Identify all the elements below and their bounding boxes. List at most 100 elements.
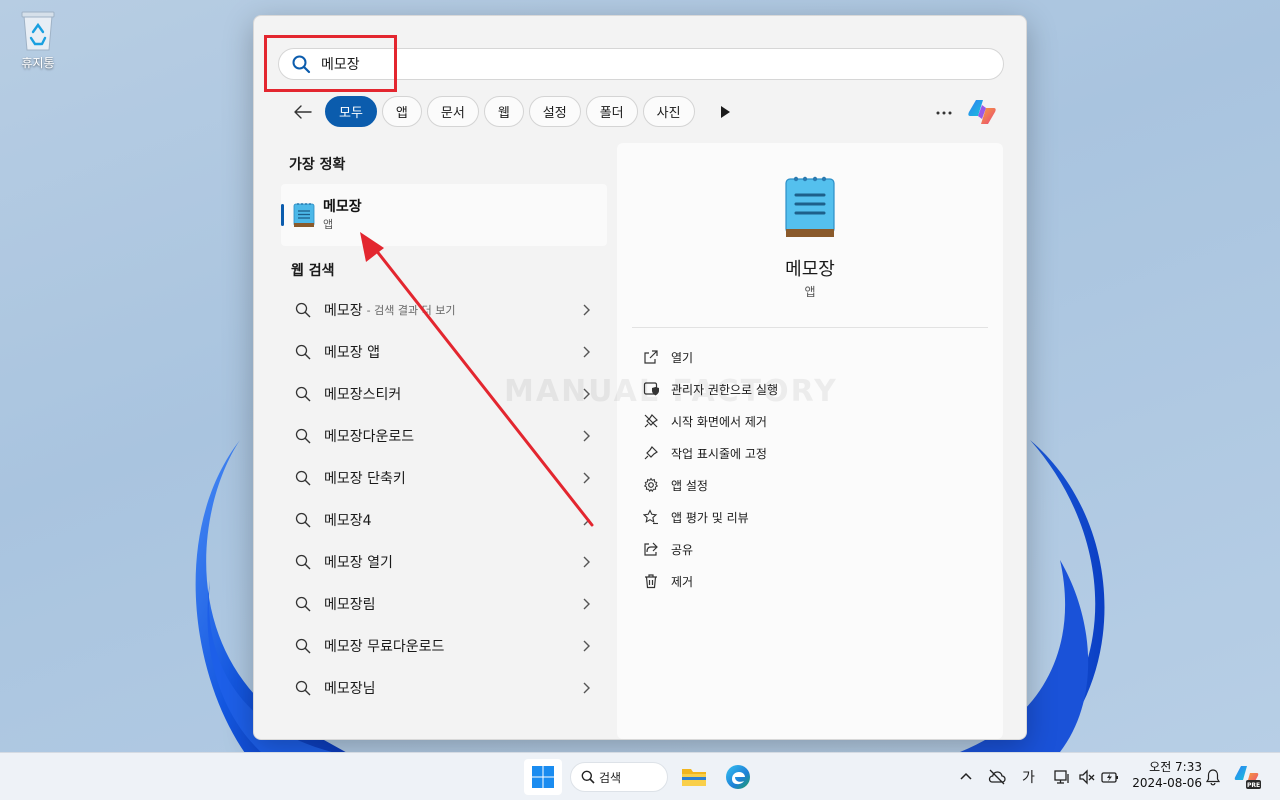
filter-folders[interactable]: 폴더	[585, 96, 638, 127]
ime-indicator[interactable]: 가	[1022, 767, 1035, 787]
more-options-button[interactable]	[932, 100, 956, 124]
web-search-item[interactable]: 메모장 단축키	[281, 457, 607, 499]
action-open[interactable]: 열기	[643, 341, 778, 373]
action-label: 공유	[671, 542, 694, 557]
web-search-item[interactable]: 메모장님	[281, 667, 607, 709]
web-search-item-label: 메모장스티커	[324, 387, 402, 403]
pin-icon	[644, 446, 658, 460]
best-match-name: 메모장	[323, 199, 362, 215]
web-search-item-label: 메모장 단축키	[324, 471, 406, 487]
filter-apps[interactable]: 앱	[381, 96, 422, 127]
action-label: 앱 설정	[671, 478, 708, 493]
chevron-right-icon	[583, 346, 590, 358]
action-label: 제거	[671, 574, 694, 589]
copilot-icon[interactable]	[966, 96, 998, 128]
play-icon	[720, 105, 730, 118]
web-search-item-label: 메모장 열기	[324, 555, 393, 571]
action-share[interactable]: 공유	[643, 533, 778, 565]
recycle-bin-icon	[21, 11, 55, 51]
app-detail-pane: 메모장 앱 열기 관리자 권한으로 실행 시작 화면에서 제거 작업 표시줄에 …	[617, 143, 1003, 739]
taskbar-search-button[interactable]: 검색	[570, 762, 668, 792]
clock-date: 2024-08-06	[1132, 776, 1202, 790]
battery-charging-icon[interactable]	[1101, 768, 1119, 786]
chevron-right-icon	[583, 556, 590, 568]
web-search-item[interactable]: 메모장림	[281, 583, 607, 625]
web-search-item[interactable]: 메모장4	[281, 499, 607, 541]
copilot-pre-icon[interactable]: PRE	[1233, 763, 1261, 791]
search-icon	[295, 302, 311, 318]
search-icon	[295, 554, 311, 570]
search-icon	[295, 386, 311, 402]
action-rate-review[interactable]: 앱 평가 및 리뷰	[643, 501, 778, 533]
selection-indicator	[281, 204, 284, 226]
search-icon	[295, 428, 311, 444]
watermark: MANUAL FACTORY	[504, 374, 838, 409]
action-uninstall[interactable]: 제거	[643, 565, 778, 597]
web-search-title: 웹 검색	[291, 263, 335, 279]
star-icon	[643, 509, 658, 525]
action-unpin-start[interactable]: 시작 화면에서 제거	[643, 405, 778, 437]
folder-icon	[682, 769, 706, 786]
taskbar-edge[interactable]	[722, 761, 754, 793]
chevron-right-icon	[583, 304, 590, 316]
web-search-item[interactable]: 메모장 열기	[281, 541, 607, 583]
search-icon	[295, 680, 311, 696]
notepad-icon	[785, 176, 835, 237]
action-label: 앱 평가 및 리뷰	[671, 510, 749, 525]
chevron-right-icon	[583, 598, 590, 610]
best-match-notepad[interactable]: 메모장 앱	[281, 184, 607, 246]
action-pin-taskbar[interactable]: 작업 표시줄에 고정	[643, 437, 778, 469]
gear-icon	[643, 477, 659, 493]
more-filters-button[interactable]	[710, 97, 740, 127]
search-icon	[295, 596, 311, 612]
filter-all[interactable]: 모두	[325, 96, 377, 127]
filter-settings[interactable]: 설정	[528, 96, 581, 127]
chevron-right-icon	[583, 682, 590, 694]
notepad-icon	[293, 203, 315, 227]
cloud-offline-icon[interactable]	[988, 768, 1006, 786]
web-search-hint: - 검색 결과 더 보기	[366, 304, 456, 317]
detail-app-type: 앱	[804, 285, 816, 299]
taskbar: 검색 가 오전 7:33 2024-08-06 PRE	[0, 752, 1280, 800]
chevron-right-icon	[583, 430, 590, 442]
trash-icon	[645, 574, 657, 589]
open-external-icon	[644, 350, 658, 364]
action-label: 작업 표시줄에 고정	[671, 446, 767, 461]
search-icon	[295, 638, 311, 654]
action-app-settings[interactable]: 앱 설정	[643, 469, 778, 501]
search-icon	[295, 470, 311, 486]
web-search-item-label: 메모장 무료다운로드	[324, 639, 445, 655]
web-search-item-label: 메모장4	[324, 513, 372, 529]
search-input[interactable]	[321, 56, 961, 72]
filter-web[interactable]: 웹	[483, 96, 524, 127]
back-button[interactable]	[290, 97, 316, 127]
chevron-right-icon	[583, 472, 590, 484]
filter-documents[interactable]: 문서	[426, 96, 479, 127]
recycle-bin[interactable]: 휴지통	[10, 8, 66, 71]
web-search-item[interactable]: 메모장 앱	[281, 331, 607, 373]
recycle-bin-label: 휴지통	[21, 56, 55, 70]
web-search-item[interactable]: 메모장다운로드	[281, 415, 607, 457]
edge-browser-icon	[726, 765, 750, 789]
arrow-left-icon	[294, 104, 312, 119]
taskbar-file-explorer[interactable]	[678, 761, 710, 793]
web-search-list: 메모장 - 검색 결과 더 보기 메모장 앱 메모장스티커 메모장다운로드 메모…	[281, 289, 607, 709]
unpin-icon	[644, 414, 658, 428]
action-label: 열기	[671, 350, 694, 365]
windows-logo-icon	[532, 766, 554, 788]
volume-muted-icon[interactable]	[1078, 768, 1096, 786]
search-box[interactable]	[278, 48, 1004, 80]
filter-photos[interactable]: 사진	[642, 96, 695, 127]
chevron-up-icon[interactable]	[957, 768, 975, 786]
web-search-item-label: 메모장님	[324, 681, 376, 697]
web-search-item-label: 메모장다운로드	[324, 429, 415, 445]
web-search-item-label: 메모장림	[324, 597, 376, 613]
web-search-item[interactable]: 메모장 - 검색 결과 더 보기	[281, 289, 607, 331]
start-button[interactable]	[524, 759, 562, 795]
web-search-item[interactable]: 메모장 무료다운로드	[281, 625, 607, 667]
network-icon[interactable]	[1053, 768, 1071, 786]
system-clock[interactable]: 오전 7:33 2024-08-06	[1126, 759, 1202, 791]
bell-icon[interactable]	[1204, 768, 1222, 786]
share-icon	[644, 542, 658, 556]
svg-text:PRE: PRE	[1247, 782, 1260, 789]
